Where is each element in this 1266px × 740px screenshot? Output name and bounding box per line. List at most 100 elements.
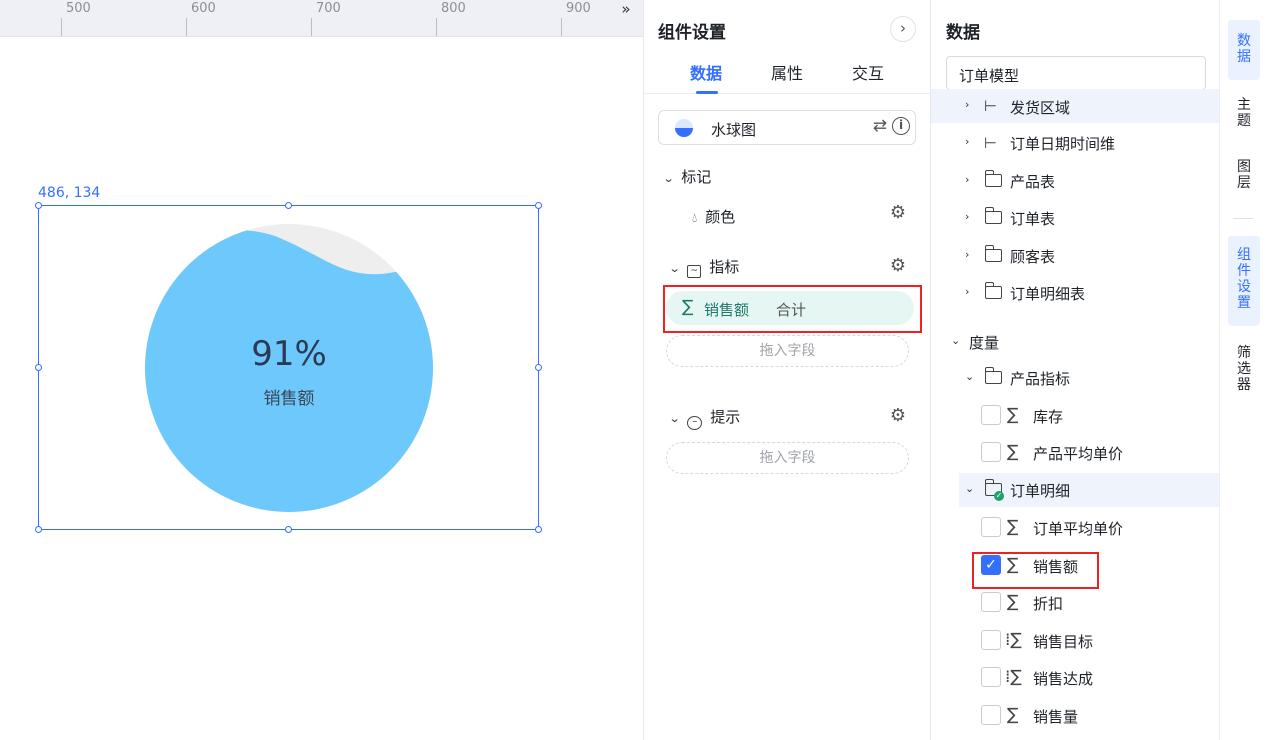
checkbox[interactable] <box>981 630 1001 650</box>
panel-title: 组件设置 <box>658 23 726 43</box>
chevron-right-icon: › <box>965 135 970 148</box>
horizontal-ruler: 500 600 700 800 900 » <box>0 0 643 37</box>
ruler-label: 500 <box>66 1 91 16</box>
chevron-right-icon: › <box>965 248 970 261</box>
sidebar-item-layers[interactable]: 图层 <box>1228 152 1260 196</box>
measure-item[interactable]: ⁞∑ 销售达成 <box>931 661 1219 695</box>
gear-icon[interactable]: ⚙ <box>889 407 907 425</box>
measures-label: 度量 <box>969 334 1000 352</box>
resize-handle-n[interactable] <box>285 202 292 209</box>
sigma-icon: ∑ <box>1007 592 1019 612</box>
tab-data[interactable]: 数据 <box>690 60 722 84</box>
measure-item[interactable]: ∑ 销售量 <box>931 699 1219 733</box>
measures-header[interactable]: ⌄ 度量 <box>931 325 1219 359</box>
resize-handle-se[interactable] <box>535 526 542 533</box>
measure-label: 折扣 <box>1033 595 1064 613</box>
measure-label: 销售量 <box>1033 708 1079 726</box>
data-panel: 数据 订单模型 › ⊢ 发货区域 › ⊢ 订单日期时间维 › 产品表 › 订单表… <box>931 0 1219 740</box>
resize-handle-nw[interactable] <box>35 202 42 209</box>
checkbox[interactable] <box>981 517 1001 537</box>
checkbox[interactable] <box>981 592 1001 612</box>
liquid-ball-chart: 91% 销售额 <box>145 224 433 512</box>
tree-item-dimension[interactable]: › ⊢ 发货区域 <box>931 89 1219 123</box>
settings-tabs: 数据 属性 交互 <box>644 56 932 94</box>
measure-item[interactable]: ∑ 折扣 <box>931 586 1219 620</box>
tooltip-drop-zone[interactable]: 拖入字段 <box>666 442 909 474</box>
sigma-icon: ∑ <box>1007 405 1019 425</box>
hierarchy-icon: ⊢ <box>984 97 998 115</box>
tab-interaction[interactable]: 交互 <box>852 60 884 84</box>
folder-open-icon <box>984 367 1002 384</box>
tree-item-label: 订单日期时间维 <box>1010 135 1116 153</box>
sidebar-item-component-settings[interactable]: 组件设置 <box>1228 236 1260 326</box>
checkbox[interactable] <box>981 405 1001 425</box>
tree-item-label: 发货区域 <box>1010 99 1071 117</box>
measure-item[interactable]: ∑ 库存 <box>931 399 1219 433</box>
checkbox[interactable] <box>981 442 1001 462</box>
chart-type-selector[interactable]: 水球图 ⇄ i <box>658 110 916 145</box>
sidebar-item-theme[interactable]: 主题 <box>1228 90 1260 134</box>
tree-item-dimension[interactable]: › 订单表 <box>931 201 1219 235</box>
swap-icon[interactable]: ⇄ <box>873 116 887 136</box>
tree-item-dimension[interactable]: › 产品表 <box>931 164 1219 198</box>
checkbox[interactable] <box>981 705 1001 725</box>
tree-item-dimension[interactable]: › 顾客表 <box>931 239 1219 273</box>
indicator-label: 指标 <box>709 258 740 276</box>
sigma-icon: ∑ <box>1007 705 1019 725</box>
droplet-icon: 💧︎ <box>692 211 698 226</box>
tooltip-section-header[interactable]: ⌄ – 提示 <box>669 406 740 430</box>
tab-properties[interactable]: 属性 <box>771 60 803 84</box>
measure-label: 库存 <box>1033 408 1064 426</box>
double-chevron-right-icon[interactable]: » <box>615 0 637 20</box>
gear-icon[interactable]: ⚙ <box>889 204 907 222</box>
sidebar-item-filters[interactable]: 筛选器 <box>1228 338 1260 398</box>
model-selector[interactable]: 订单模型 <box>946 56 1206 90</box>
chevron-right-icon[interactable]: › <box>890 16 916 42</box>
calc-sigma-icon: ⁞∑ <box>1005 667 1022 687</box>
trend-chart-icon: ~ <box>687 265 702 278</box>
chevron-down-icon: ⌄ <box>965 370 975 383</box>
chevron-right-icon: › <box>965 285 970 298</box>
checkbox[interactable] <box>981 667 1001 687</box>
gear-icon[interactable]: ⚙ <box>889 257 907 275</box>
resize-handle-e[interactable] <box>535 364 542 371</box>
indicator-field-pill[interactable]: ∑ 销售额 合计 <box>666 291 914 325</box>
folder-icon <box>984 170 1002 187</box>
indicator-section-header[interactable]: ⌄ ~ 指标 <box>669 256 740 278</box>
info-icon[interactable]: i <box>892 117 910 135</box>
folder-icon <box>984 207 1002 224</box>
color-setting[interactable]: 💧︎ 颜色 <box>692 206 735 227</box>
measure-label: 订单平均单价 <box>1033 520 1124 538</box>
resize-handle-s[interactable] <box>285 526 292 533</box>
tree-group[interactable]: ⌄ ✓ 订单明细 <box>959 473 1219 507</box>
tree-group[interactable]: ⌄ 产品指标 <box>931 361 1219 395</box>
resize-handle-sw[interactable] <box>35 526 42 533</box>
comment-icon: – <box>687 416 703 430</box>
chevron-right-icon: › <box>965 98 970 111</box>
measure-item[interactable]: ✓ ∑ 销售额 <box>931 549 1219 583</box>
measure-item[interactable]: ∑ 订单平均单价 <box>931 511 1219 545</box>
check-badge-icon: ✓ <box>994 491 1004 501</box>
resize-handle-ne[interactable] <box>535 202 542 209</box>
canvas-area[interactable]: 500 600 700 800 900 » 486, 134 91% 销售额 <box>0 0 643 740</box>
measure-item[interactable]: ∑ 产品平均单价 <box>931 436 1219 470</box>
measure-item[interactable]: ⁞∑ 销售目标 <box>931 624 1219 658</box>
ruler-label: 900 <box>566 1 591 16</box>
chart-type-label: 水球图 <box>711 121 757 139</box>
mark-section-label: 标记 <box>681 168 712 186</box>
chevron-down-icon: ⌄ <box>951 334 961 347</box>
tree-item-dimension[interactable]: › 订单明细表 <box>931 276 1219 310</box>
folder-icon <box>984 282 1002 299</box>
indicator-drop-zone[interactable]: 拖入字段 <box>666 335 909 367</box>
tree-item-dimension[interactable]: › ⊢ 订单日期时间维 <box>931 126 1219 160</box>
checkbox-checked[interactable]: ✓ <box>981 555 1001 575</box>
measure-label: 销售达成 <box>1033 670 1094 688</box>
resize-handle-w[interactable] <box>35 364 42 371</box>
chevron-right-icon: › <box>965 210 970 223</box>
mark-section-header[interactable]: ⌄ 标记 <box>663 166 712 187</box>
measure-label: 产品平均单价 <box>1033 445 1124 463</box>
liquid-ball-icon <box>675 119 693 137</box>
sidebar-item-data[interactable]: 数据 <box>1228 20 1260 80</box>
chevron-right-icon: › <box>965 173 970 186</box>
ruler-label: 600 <box>191 1 216 16</box>
